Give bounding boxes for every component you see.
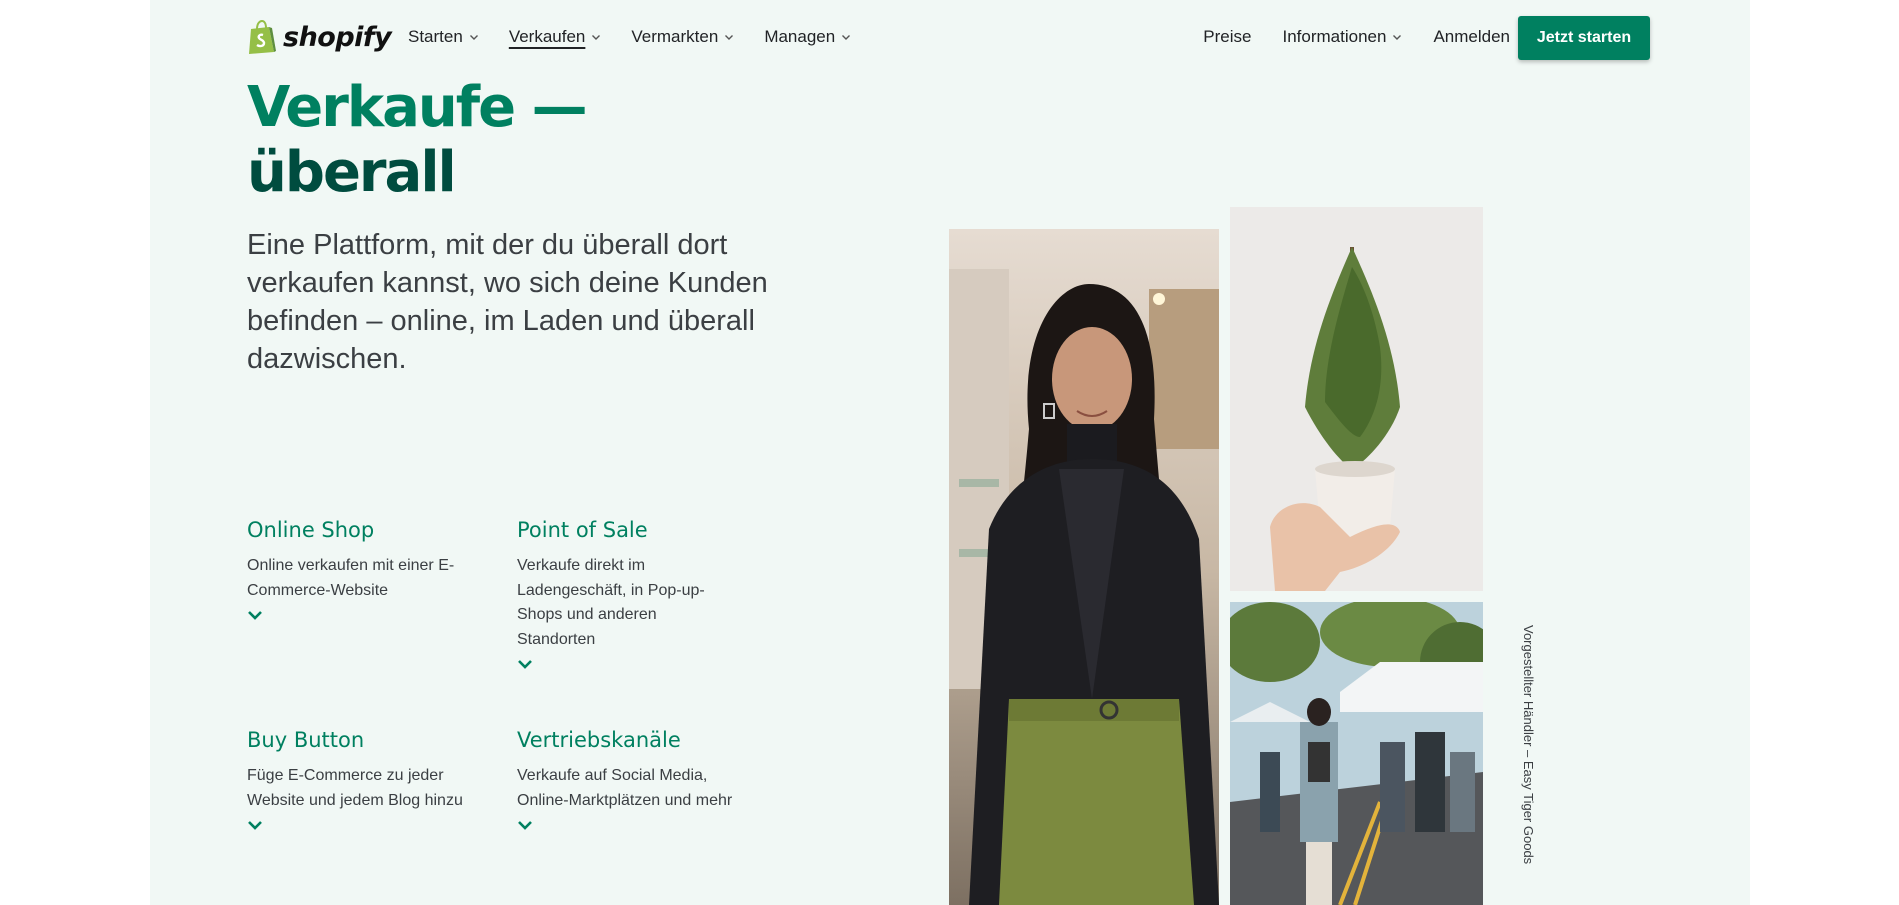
nav-item-anmelden[interactable]: Anmelden: [1433, 27, 1510, 47]
chevron-down-icon[interactable]: [247, 819, 263, 831]
feature-title: Vertriebskanäle: [517, 728, 681, 752]
chevron-down-icon: [842, 35, 851, 40]
feature-title: Point of Sale: [517, 518, 648, 542]
shopify-logo[interactable]: shopify: [247, 20, 392, 54]
nav-item-label: Informationen: [1282, 27, 1387, 46]
street-market-image: [1230, 602, 1483, 905]
feature-title: Online Shop: [247, 518, 375, 542]
hero-title-line-1: Verkaufe —: [247, 75, 588, 140]
feature-online-shop[interactable]: Online Shop Online verkaufen mit einer E…: [247, 518, 487, 621]
nav-item-label: Managen: [764, 27, 836, 46]
chevron-down-icon: [725, 35, 734, 40]
nav-item-vermarkten[interactable]: Vermarkten: [631, 27, 734, 47]
image-caption: Vorgestellter Händler – Easy Tiger Goods: [1521, 625, 1536, 865]
chevron-down-icon: [469, 35, 478, 40]
feature-description: Verkaufe direkt im Ladengeschäft, in Pop…: [517, 557, 705, 648]
hero-subtitle: Eine Plattform, mit der du überall dort …: [247, 229, 768, 375]
main-nav: Starten Verkaufen Vermarkten Managen: [408, 27, 851, 47]
feature-buy-button[interactable]: Buy Button Füge E-Commerce zu jeder Webs…: [247, 728, 487, 831]
nav-item-verkaufen[interactable]: Verkaufen: [509, 27, 602, 47]
start-now-button[interactable]: Jetzt starten: [1518, 16, 1650, 60]
nav-item-label: Verkaufen: [508, 27, 586, 46]
page: shopify Starten Verkaufen Vermarkten Man…: [150, 0, 1750, 905]
feature-description: Online verkaufen mit einer E-Commerce-We…: [247, 557, 455, 599]
feature-title: Buy Button: [247, 728, 365, 752]
secondary-nav: Preise Informationen Anmelden: [1203, 27, 1510, 47]
plant-product-image: [1230, 207, 1483, 591]
nav-item-starten[interactable]: Starten: [408, 27, 479, 47]
merchant-portrait-image: [949, 229, 1219, 905]
feature-description: Verkaufe auf Social Media, Online-Marktp…: [517, 767, 733, 809]
nav-item-label: Vermarkten: [631, 27, 719, 46]
nav-item-informationen[interactable]: Informationen: [1282, 27, 1402, 47]
nav-item-label: Starten: [408, 27, 463, 46]
nav-item-managen[interactable]: Managen: [764, 27, 851, 47]
nav-item-label: Anmelden: [1433, 27, 1510, 46]
chevron-down-icon: [592, 35, 601, 40]
chevron-down-icon[interactable]: [517, 819, 533, 831]
hero-title: Verkaufe — überall: [247, 75, 588, 205]
chevron-down-icon[interactable]: [517, 658, 533, 670]
nav-item-label: Preise: [1203, 27, 1252, 46]
chevron-down-icon: [1393, 35, 1402, 40]
chevron-down-icon[interactable]: [247, 609, 263, 621]
hero-title-line-2: überall: [247, 140, 457, 205]
feature-point-of-sale[interactable]: Point of Sale Verkaufe direkt im Ladenge…: [517, 518, 757, 670]
nav-item-preise[interactable]: Preise: [1203, 27, 1251, 47]
feature-vertriebskanaele[interactable]: Vertriebskanäle Verkaufe auf Social Medi…: [517, 728, 757, 831]
feature-description: Füge E-Commerce zu jeder Website und jed…: [247, 767, 463, 809]
logo-wordmark: shopify: [283, 21, 392, 53]
shopping-bag-icon: [249, 20, 276, 54]
